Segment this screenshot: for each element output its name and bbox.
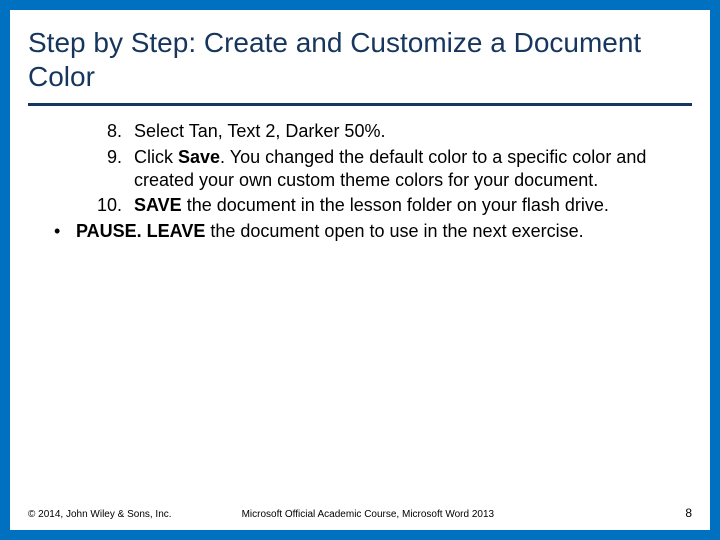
step-text-bold: SAVE bbox=[134, 195, 182, 215]
footer-page-number: 8 bbox=[685, 506, 692, 520]
footer-copyright: © 2014, John Wiley & Sons, Inc. bbox=[28, 509, 172, 520]
steps-list: 8. Select Tan, Text 2, Darker 50%. 9. Cl… bbox=[34, 120, 686, 218]
slide-title: Step by Step: Create and Customize a Doc… bbox=[28, 22, 692, 103]
step-item: 9. Click Save. You changed the default c… bbox=[34, 146, 686, 193]
footer-course: Microsoft Official Academic Course, Micr… bbox=[172, 509, 686, 520]
step-item: 8. Select Tan, Text 2, Darker 50%. bbox=[34, 120, 686, 143]
step-number: 9. bbox=[82, 146, 122, 169]
step-number: 10. bbox=[82, 194, 122, 217]
outer-list-item: 8. Select Tan, Text 2, Darker 50%. 9. Cl… bbox=[34, 120, 686, 218]
step-number: 8. bbox=[82, 120, 122, 143]
slide: Step by Step: Create and Customize a Doc… bbox=[0, 0, 720, 540]
step-item: 10. SAVE the document in the lesson fold… bbox=[34, 194, 686, 217]
footer: © 2014, John Wiley & Sons, Inc. Microsof… bbox=[28, 506, 692, 520]
slide-body: 8. Select Tan, Text 2, Darker 50%. 9. Cl… bbox=[28, 116, 692, 243]
closing-bold: PAUSE. LEAVE bbox=[76, 221, 205, 241]
closing-after: the document open to use in the next exe… bbox=[205, 221, 583, 241]
step-text-after: the document in the lesson folder on you… bbox=[182, 195, 609, 215]
step-text-bold: Save bbox=[178, 147, 220, 167]
step-text-before: Select Tan, Text 2, Darker 50%. bbox=[134, 121, 385, 141]
step-text-before: Click bbox=[134, 147, 178, 167]
title-underline bbox=[28, 103, 692, 106]
closing-bullet: PAUSE. LEAVE the document open to use in… bbox=[34, 220, 686, 243]
